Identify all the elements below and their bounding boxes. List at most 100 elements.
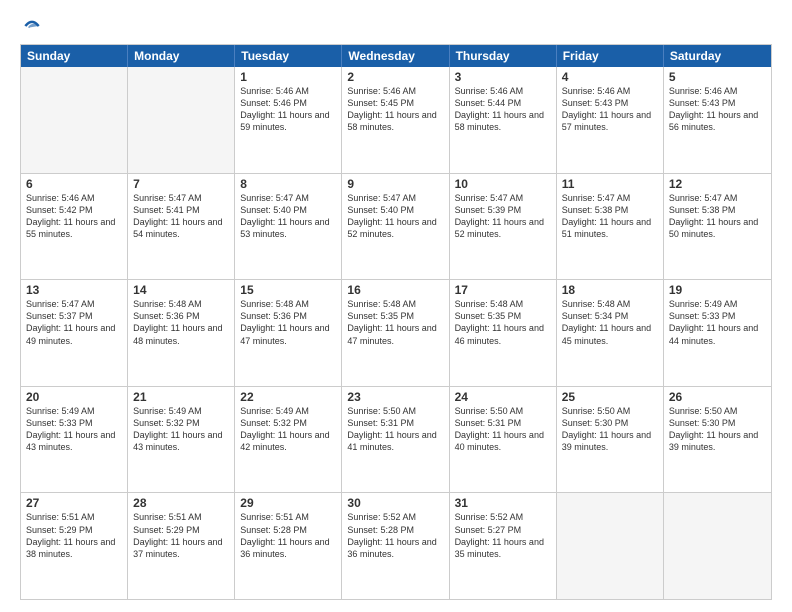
- day-number: 19: [669, 283, 766, 297]
- day-number: 21: [133, 390, 229, 404]
- calendar-cell: 30Sunrise: 5:52 AM Sunset: 5:28 PM Dayli…: [342, 493, 449, 599]
- calendar-cell: 6Sunrise: 5:46 AM Sunset: 5:42 PM Daylig…: [21, 174, 128, 280]
- day-info: Sunrise: 5:48 AM Sunset: 5:35 PM Dayligh…: [347, 298, 443, 347]
- calendar-cell: 20Sunrise: 5:49 AM Sunset: 5:33 PM Dayli…: [21, 387, 128, 493]
- calendar-cell: [664, 493, 771, 599]
- day-number: 28: [133, 496, 229, 510]
- day-number: 11: [562, 177, 658, 191]
- day-info: Sunrise: 5:49 AM Sunset: 5:33 PM Dayligh…: [669, 298, 766, 347]
- calendar-cell: 24Sunrise: 5:50 AM Sunset: 5:31 PM Dayli…: [450, 387, 557, 493]
- calendar-week: 27Sunrise: 5:51 AM Sunset: 5:29 PM Dayli…: [21, 492, 771, 599]
- day-number: 17: [455, 283, 551, 297]
- calendar-cell: 5Sunrise: 5:46 AM Sunset: 5:43 PM Daylig…: [664, 67, 771, 173]
- day-number: 14: [133, 283, 229, 297]
- day-info: Sunrise: 5:47 AM Sunset: 5:41 PM Dayligh…: [133, 192, 229, 241]
- day-number: 4: [562, 70, 658, 84]
- header: [20, 16, 772, 36]
- calendar-cell: [21, 67, 128, 173]
- calendar-cell: 17Sunrise: 5:48 AM Sunset: 5:35 PM Dayli…: [450, 280, 557, 386]
- calendar-cell: 9Sunrise: 5:47 AM Sunset: 5:40 PM Daylig…: [342, 174, 449, 280]
- calendar-cell: [128, 67, 235, 173]
- day-info: Sunrise: 5:50 AM Sunset: 5:31 PM Dayligh…: [455, 405, 551, 454]
- calendar-cell: 13Sunrise: 5:47 AM Sunset: 5:37 PM Dayli…: [21, 280, 128, 386]
- day-info: Sunrise: 5:48 AM Sunset: 5:35 PM Dayligh…: [455, 298, 551, 347]
- page: SundayMondayTuesdayWednesdayThursdayFrid…: [0, 0, 792, 612]
- calendar-cell: 31Sunrise: 5:52 AM Sunset: 5:27 PM Dayli…: [450, 493, 557, 599]
- calendar-body: 1Sunrise: 5:46 AM Sunset: 5:46 PM Daylig…: [21, 67, 771, 599]
- calendar-cell: 27Sunrise: 5:51 AM Sunset: 5:29 PM Dayli…: [21, 493, 128, 599]
- calendar-cell: 3Sunrise: 5:46 AM Sunset: 5:44 PM Daylig…: [450, 67, 557, 173]
- calendar-week: 13Sunrise: 5:47 AM Sunset: 5:37 PM Dayli…: [21, 279, 771, 386]
- day-number: 20: [26, 390, 122, 404]
- day-info: Sunrise: 5:49 AM Sunset: 5:32 PM Dayligh…: [133, 405, 229, 454]
- day-number: 18: [562, 283, 658, 297]
- day-number: 5: [669, 70, 766, 84]
- weekday-header: Monday: [128, 45, 235, 67]
- day-number: 23: [347, 390, 443, 404]
- day-info: Sunrise: 5:51 AM Sunset: 5:29 PM Dayligh…: [26, 511, 122, 560]
- day-info: Sunrise: 5:46 AM Sunset: 5:45 PM Dayligh…: [347, 85, 443, 134]
- day-number: 24: [455, 390, 551, 404]
- day-number: 15: [240, 283, 336, 297]
- day-info: Sunrise: 5:46 AM Sunset: 5:43 PM Dayligh…: [669, 85, 766, 134]
- weekday-header: Friday: [557, 45, 664, 67]
- day-info: Sunrise: 5:47 AM Sunset: 5:38 PM Dayligh…: [562, 192, 658, 241]
- day-info: Sunrise: 5:50 AM Sunset: 5:30 PM Dayligh…: [562, 405, 658, 454]
- day-number: 2: [347, 70, 443, 84]
- day-number: 29: [240, 496, 336, 510]
- day-number: 9: [347, 177, 443, 191]
- day-info: Sunrise: 5:52 AM Sunset: 5:27 PM Dayligh…: [455, 511, 551, 560]
- day-number: 30: [347, 496, 443, 510]
- day-info: Sunrise: 5:51 AM Sunset: 5:28 PM Dayligh…: [240, 511, 336, 560]
- day-number: 25: [562, 390, 658, 404]
- day-number: 7: [133, 177, 229, 191]
- day-info: Sunrise: 5:47 AM Sunset: 5:39 PM Dayligh…: [455, 192, 551, 241]
- day-info: Sunrise: 5:46 AM Sunset: 5:42 PM Dayligh…: [26, 192, 122, 241]
- calendar-cell: 15Sunrise: 5:48 AM Sunset: 5:36 PM Dayli…: [235, 280, 342, 386]
- calendar-cell: 23Sunrise: 5:50 AM Sunset: 5:31 PM Dayli…: [342, 387, 449, 493]
- day-number: 13: [26, 283, 122, 297]
- day-info: Sunrise: 5:47 AM Sunset: 5:37 PM Dayligh…: [26, 298, 122, 347]
- day-info: Sunrise: 5:47 AM Sunset: 5:38 PM Dayligh…: [669, 192, 766, 241]
- calendar-cell: 7Sunrise: 5:47 AM Sunset: 5:41 PM Daylig…: [128, 174, 235, 280]
- day-info: Sunrise: 5:50 AM Sunset: 5:31 PM Dayligh…: [347, 405, 443, 454]
- day-number: 12: [669, 177, 766, 191]
- calendar-cell: 28Sunrise: 5:51 AM Sunset: 5:29 PM Dayli…: [128, 493, 235, 599]
- calendar-cell: 26Sunrise: 5:50 AM Sunset: 5:30 PM Dayli…: [664, 387, 771, 493]
- calendar-cell: [557, 493, 664, 599]
- day-info: Sunrise: 5:51 AM Sunset: 5:29 PM Dayligh…: [133, 511, 229, 560]
- calendar-cell: 14Sunrise: 5:48 AM Sunset: 5:36 PM Dayli…: [128, 280, 235, 386]
- day-number: 10: [455, 177, 551, 191]
- calendar-cell: 18Sunrise: 5:48 AM Sunset: 5:34 PM Dayli…: [557, 280, 664, 386]
- weekday-header: Thursday: [450, 45, 557, 67]
- calendar-cell: 10Sunrise: 5:47 AM Sunset: 5:39 PM Dayli…: [450, 174, 557, 280]
- calendar-week: 6Sunrise: 5:46 AM Sunset: 5:42 PM Daylig…: [21, 173, 771, 280]
- day-number: 27: [26, 496, 122, 510]
- logo-icon: [22, 16, 42, 36]
- weekday-header: Tuesday: [235, 45, 342, 67]
- calendar-cell: 21Sunrise: 5:49 AM Sunset: 5:32 PM Dayli…: [128, 387, 235, 493]
- calendar: SundayMondayTuesdayWednesdayThursdayFrid…: [20, 44, 772, 600]
- calendar-cell: 1Sunrise: 5:46 AM Sunset: 5:46 PM Daylig…: [235, 67, 342, 173]
- calendar-cell: 2Sunrise: 5:46 AM Sunset: 5:45 PM Daylig…: [342, 67, 449, 173]
- day-info: Sunrise: 5:49 AM Sunset: 5:33 PM Dayligh…: [26, 405, 122, 454]
- weekday-header: Wednesday: [342, 45, 449, 67]
- calendar-header: SundayMondayTuesdayWednesdayThursdayFrid…: [21, 45, 771, 67]
- day-number: 6: [26, 177, 122, 191]
- day-number: 16: [347, 283, 443, 297]
- day-number: 8: [240, 177, 336, 191]
- day-info: Sunrise: 5:49 AM Sunset: 5:32 PM Dayligh…: [240, 405, 336, 454]
- weekday-header: Saturday: [664, 45, 771, 67]
- day-info: Sunrise: 5:46 AM Sunset: 5:44 PM Dayligh…: [455, 85, 551, 134]
- day-number: 3: [455, 70, 551, 84]
- day-info: Sunrise: 5:48 AM Sunset: 5:36 PM Dayligh…: [133, 298, 229, 347]
- calendar-cell: 19Sunrise: 5:49 AM Sunset: 5:33 PM Dayli…: [664, 280, 771, 386]
- day-info: Sunrise: 5:47 AM Sunset: 5:40 PM Dayligh…: [347, 192, 443, 241]
- day-info: Sunrise: 5:47 AM Sunset: 5:40 PM Dayligh…: [240, 192, 336, 241]
- calendar-cell: 22Sunrise: 5:49 AM Sunset: 5:32 PM Dayli…: [235, 387, 342, 493]
- calendar-cell: 4Sunrise: 5:46 AM Sunset: 5:43 PM Daylig…: [557, 67, 664, 173]
- day-number: 22: [240, 390, 336, 404]
- calendar-cell: 25Sunrise: 5:50 AM Sunset: 5:30 PM Dayli…: [557, 387, 664, 493]
- day-info: Sunrise: 5:48 AM Sunset: 5:34 PM Dayligh…: [562, 298, 658, 347]
- day-info: Sunrise: 5:48 AM Sunset: 5:36 PM Dayligh…: [240, 298, 336, 347]
